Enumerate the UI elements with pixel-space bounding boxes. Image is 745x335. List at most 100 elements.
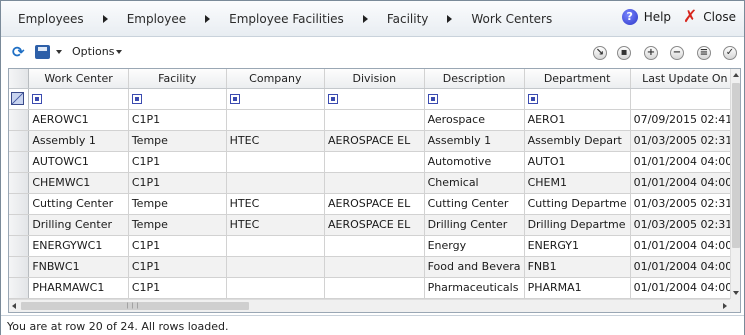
- table-row[interactable]: FNBWC1 C1P1 Food and Bevera FNB1 01/01/2004 …: [9, 256, 740, 278]
- row-selector[interactable]: [9, 277, 30, 299]
- stop-icon[interactable]: ▪: [617, 46, 631, 60]
- cell-division[interactable]: [324, 151, 425, 173]
- scroll-left-icon[interactable]: [12, 303, 16, 309]
- breadcrumb-employee-facilities[interactable]: Employee Facilities: [229, 12, 344, 26]
- help-icon[interactable]: ?: [621, 9, 638, 25]
- cell-work-center[interactable]: FNBWC1: [28, 256, 129, 278]
- row-selector[interactable]: [9, 256, 30, 278]
- cell-facility[interactable]: C1P1: [128, 256, 227, 278]
- filter-icon[interactable]: [229, 94, 240, 104]
- cell-department[interactable]: Assembly Depart: [524, 130, 631, 152]
- cell-division[interactable]: [324, 256, 425, 278]
- cell-work-center[interactable]: CHEMWC1: [28, 172, 129, 194]
- cell-department[interactable]: Cutting Departme: [524, 193, 631, 215]
- cell-work-center[interactable]: Assembly 1: [28, 130, 129, 152]
- cell-description[interactable]: Energy: [424, 235, 525, 257]
- table-row[interactable]: PHARMAWC1 C1P1 Pharmaceuticals PHARMA1 01/01…: [9, 277, 740, 299]
- row-selector[interactable]: [9, 193, 30, 215]
- filter-cell-department[interactable]: [524, 88, 631, 110]
- remove-row-icon[interactable]: −: [670, 46, 684, 60]
- cell-description[interactable]: Chemical: [424, 172, 525, 194]
- cell-company[interactable]: HTEC: [226, 214, 326, 236]
- cell-department[interactable]: CHEM1: [524, 172, 631, 194]
- cell-department[interactable]: FNB1: [524, 256, 631, 278]
- cell-facility[interactable]: C1P1: [128, 172, 227, 194]
- row-selector[interactable]: [9, 172, 30, 194]
- cell-department[interactable]: AUTO1: [524, 151, 631, 173]
- cell-division[interactable]: [324, 172, 425, 194]
- cell-facility[interactable]: Tempe: [128, 130, 227, 152]
- filter-cell-division[interactable]: [324, 88, 425, 110]
- filter-icon[interactable]: [427, 94, 438, 104]
- table-row[interactable]: Assembly 1 Tempe HTEC AEROSPACE EL Assembly …: [9, 130, 740, 152]
- save-icon[interactable]: [35, 45, 50, 59]
- table-row[interactable]: AUTOWC1 C1P1 Automotive AUTO1 01/01/2004 04:…: [9, 151, 740, 173]
- cell-department[interactable]: AERO1: [524, 109, 631, 131]
- cell-company[interactable]: [226, 109, 326, 131]
- table-row[interactable]: Cutting Center Tempe HTEC AEROSPACE EL Cutti…: [9, 193, 740, 215]
- cell-description[interactable]: Assembly 1: [424, 130, 525, 152]
- export-icon[interactable]: ↘: [593, 46, 607, 60]
- cell-description[interactable]: Cutting Center: [424, 193, 525, 215]
- filter-toggle-icon[interactable]: [11, 92, 24, 106]
- cell-division[interactable]: AEROSPACE EL: [324, 214, 425, 236]
- column-header-last-update-on[interactable]: Last Update On: [630, 69, 740, 89]
- cell-division[interactable]: [324, 277, 425, 299]
- save-dropdown-arrow-icon[interactable]: [56, 50, 62, 54]
- cell-division[interactable]: AEROSPACE EL: [324, 193, 425, 215]
- breadcrumb-facility[interactable]: Facility: [387, 12, 429, 26]
- column-header-description[interactable]: Description: [424, 69, 525, 89]
- cell-division[interactable]: [324, 235, 425, 257]
- row-selector[interactable]: [9, 130, 30, 152]
- cell-facility[interactable]: C1P1: [128, 151, 227, 173]
- cell-last-update-on[interactable]: 01/03/2005 02:31:: [630, 130, 740, 152]
- filter-icon[interactable]: [527, 94, 538, 104]
- cell-company[interactable]: [226, 235, 326, 257]
- table-row[interactable]: ENERGYWC1 C1P1 Energy ENERGY1 01/01/2004 04:…: [9, 235, 740, 257]
- column-header-department[interactable]: Department: [524, 69, 631, 89]
- close-icon[interactable]: ✗: [683, 9, 697, 26]
- cell-description[interactable]: Pharmaceuticals: [424, 277, 525, 299]
- cell-description[interactable]: Food and Bevera: [424, 256, 525, 278]
- cell-company[interactable]: [226, 277, 326, 299]
- cell-company[interactable]: HTEC: [226, 193, 326, 215]
- filter-icon[interactable]: [131, 94, 142, 104]
- cell-last-update-on[interactable]: 01/03/2005 02:31:: [630, 193, 740, 215]
- edit-row-icon[interactable]: ≡: [697, 46, 711, 60]
- cell-work-center[interactable]: AEROWC1: [28, 109, 129, 131]
- horizontal-scrollbar[interactable]: ❘❘❘: [9, 299, 730, 312]
- scroll-down-icon[interactable]: [733, 291, 739, 295]
- cell-company[interactable]: [226, 151, 326, 173]
- add-row-icon[interactable]: +: [644, 46, 658, 60]
- cell-work-center[interactable]: Cutting Center: [28, 193, 129, 215]
- breadcrumb-employee[interactable]: Employee: [127, 12, 186, 26]
- cell-description[interactable]: Automotive: [424, 151, 525, 173]
- options-menu-button[interactable]: Options: [72, 45, 123, 58]
- cell-facility[interactable]: Tempe: [128, 214, 227, 236]
- scroll-up-icon[interactable]: [733, 73, 739, 77]
- filter-icon[interactable]: [328, 94, 339, 104]
- filter-cell-description[interactable]: [424, 88, 525, 110]
- row-selector[interactable]: [9, 235, 30, 257]
- row-selector[interactable]: [9, 109, 30, 131]
- cell-facility[interactable]: C1P1: [128, 235, 227, 257]
- cell-work-center[interactable]: Drilling Center: [28, 214, 129, 236]
- cell-facility[interactable]: C1P1: [128, 109, 227, 131]
- cell-last-update-on[interactable]: 01/03/2005 02:31:: [630, 214, 740, 236]
- cell-work-center[interactable]: ENERGYWC1: [28, 235, 129, 257]
- cell-division[interactable]: [324, 109, 425, 131]
- cell-description[interactable]: Drilling Center: [424, 214, 525, 236]
- breadcrumb-employees[interactable]: Employees: [18, 12, 84, 26]
- confirm-icon[interactable]: ✓: [723, 46, 737, 60]
- cell-division[interactable]: AEROSPACE EL: [324, 130, 425, 152]
- filter-icon[interactable]: [32, 94, 43, 104]
- help-button[interactable]: Help: [644, 10, 671, 24]
- row-selector[interactable]: [9, 151, 30, 173]
- column-header-division[interactable]: Division: [324, 69, 425, 89]
- column-header-company[interactable]: Company: [226, 69, 326, 89]
- cell-last-update-on[interactable]: 01/01/2004 04:00:: [630, 151, 740, 173]
- filter-cell-facility[interactable]: [128, 88, 227, 110]
- table-row[interactable]: Drilling Center Tempe HTEC AEROSPACE EL Dril…: [9, 214, 740, 236]
- cell-last-update-on[interactable]: 01/01/2004 04:00:: [630, 172, 740, 194]
- cell-last-update-on[interactable]: 01/01/2004 04:00:: [630, 256, 740, 278]
